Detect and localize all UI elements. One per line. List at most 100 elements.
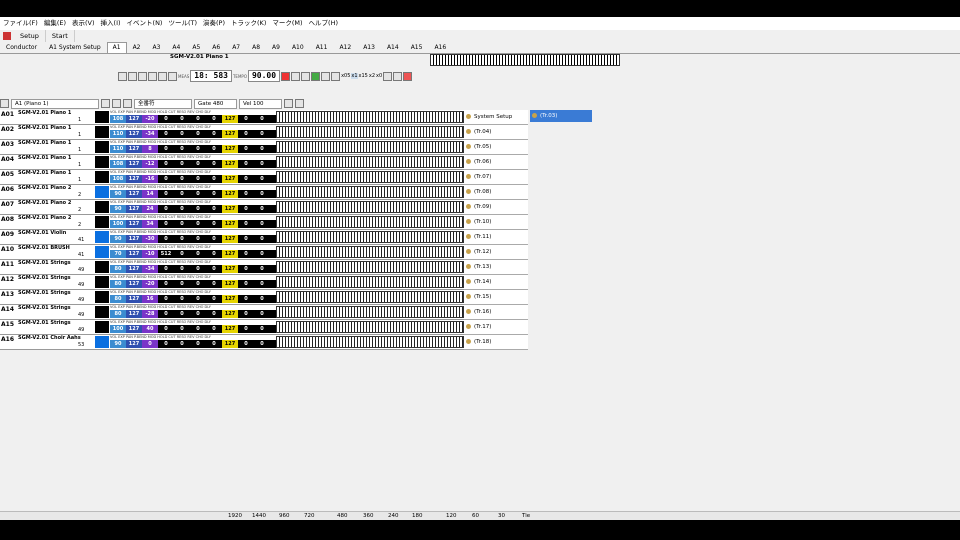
controller-value[interactable]: 0 (238, 250, 254, 258)
controller-value[interactable]: 0 (190, 250, 206, 258)
track-row[interactable]: A13 SGM-V2.01 Strings 49 VOL EXP PAN P.BEND… (0, 290, 465, 305)
end-icon[interactable] (331, 71, 341, 81)
track-list-item[interactable]: (Tr.08) (464, 185, 528, 200)
controller-value[interactable]: 0 (174, 280, 190, 288)
controller-value[interactable]: 90 (110, 235, 126, 243)
resolution-option[interactable]: 720 (304, 512, 315, 520)
controller-value[interactable]: 0 (174, 265, 190, 273)
resolution-option[interactable]: 240 (388, 512, 399, 520)
menu-tools[interactable]: ツール(T) (165, 17, 200, 30)
controller-value[interactable]: 0 (158, 235, 174, 243)
menu-event[interactable]: イベント(N) (124, 17, 166, 30)
controller-value[interactable]: 0 (254, 145, 270, 153)
controller-value[interactable]: 0 (206, 325, 222, 333)
controller-value[interactable]: 0 (174, 115, 190, 123)
controller-value[interactable]: 127 (126, 235, 142, 243)
controller-value[interactable]: 127 (222, 115, 238, 123)
controller-value[interactable]: 0 (206, 190, 222, 198)
controller-value[interactable]: 0 (206, 280, 222, 288)
track-instrument-name[interactable]: SGM-V2.01 Piano 1 (18, 110, 71, 116)
controller-value[interactable]: 127 (222, 340, 238, 348)
controller-value[interactable]: 0 (190, 265, 206, 273)
track-row[interactable]: A01 SGM-V2.01 Piano 1 1 VOL EXP PAN P.BEND … (0, 110, 465, 125)
controller-value[interactable]: 0 (158, 130, 174, 138)
track-piano-roll[interactable] (276, 126, 464, 138)
tab-a6[interactable]: A6 (206, 42, 226, 53)
pencil-icon[interactable] (101, 99, 110, 108)
track-piano-roll[interactable] (276, 231, 464, 243)
controller-value[interactable]: 127 (126, 265, 142, 273)
controller-value[interactable]: 0 (206, 235, 222, 243)
controller-value[interactable]: 127 (126, 325, 142, 333)
controller-value[interactable]: 0 (190, 235, 206, 243)
controller-value[interactable]: 127 (222, 295, 238, 303)
controller-value[interactable]: 0 (238, 310, 254, 318)
controller-value[interactable]: 0 (254, 175, 270, 183)
track-piano-roll[interactable] (276, 306, 464, 318)
controller-value[interactable]: 0 (174, 145, 190, 153)
track-instrument-name[interactable]: SGM-V2.01 Piano 2 (18, 185, 71, 191)
menu-track[interactable]: トラック(K) (228, 17, 269, 30)
track-list-item[interactable]: (Tr.16) (464, 305, 528, 320)
tab-a3[interactable]: A3 (147, 42, 167, 53)
controller-value[interactable]: 0 (158, 325, 174, 333)
print-icon[interactable] (148, 71, 157, 81)
speed-x1[interactable]: x1 (351, 73, 358, 79)
controller-value[interactable]: 0 (254, 280, 270, 288)
save-icon[interactable] (138, 71, 147, 81)
controller-value[interactable]: 0 (238, 145, 254, 153)
track-list-item[interactable]: (Tr.05) (464, 140, 528, 155)
tab-a4[interactable]: A4 (166, 42, 186, 53)
controller-value[interactable]: 0 (206, 265, 222, 273)
controller-value[interactable]: 0 (190, 115, 206, 123)
setup-icon[interactable] (3, 32, 11, 40)
controller-value[interactable]: 0 (158, 145, 174, 153)
speed-x15[interactable]: x15 (359, 73, 368, 79)
speed-x2[interactable]: x2 (369, 73, 375, 79)
controller-value[interactable]: 100 (110, 220, 126, 228)
controller-value[interactable]: 0 (158, 205, 174, 213)
controller-value[interactable]: 0 (206, 145, 222, 153)
track-row[interactable]: A10 SGM-V2.01 BRUSH 41 VOL EXP PAN P.BEND M… (0, 245, 465, 260)
controller-value[interactable]: 0 (238, 235, 254, 243)
track-list-item[interactable]: (Tr.11) (464, 230, 528, 245)
track-color-swatch[interactable] (95, 216, 109, 228)
track-instrument-name[interactable]: SGM-V2.01 Choir Aahs (18, 335, 81, 341)
controller-value[interactable]: 108 (110, 175, 126, 183)
tab-a16[interactable]: A16 (428, 42, 452, 53)
track-instrument-name[interactable]: SGM-V2.01 Piano 1 (18, 155, 71, 161)
track-list-item[interactable]: System Setup (464, 110, 528, 125)
tab-a13[interactable]: A13 (357, 42, 381, 53)
program-change[interactable]: 49 (78, 297, 84, 303)
controller-value[interactable]: 127 (222, 145, 238, 153)
track-piano-roll[interactable] (276, 216, 464, 228)
track-piano-roll[interactable] (276, 276, 464, 288)
controller-value[interactable]: 0 (158, 295, 174, 303)
track-instrument-name[interactable]: SGM-V2.01 Piano 2 (18, 215, 71, 221)
controller-value[interactable]: 24 (142, 205, 158, 213)
program-change[interactable]: 49 (78, 267, 84, 273)
controller-value[interactable]: 0 (174, 160, 190, 168)
menu-view[interactable]: 表示(V) (69, 17, 98, 30)
program-change[interactable]: 2 (78, 192, 81, 198)
controller-value[interactable]: 0 (206, 160, 222, 168)
tab-a1[interactable]: A1 (106, 42, 127, 53)
track-color-swatch[interactable] (95, 201, 109, 213)
track-list-item[interactable]: (Tr.09) (464, 200, 528, 215)
track-instrument-name[interactable]: SGM-V2.01 Strings (18, 305, 71, 311)
resolution-option[interactable]: 180 (412, 512, 423, 520)
controller-value[interactable]: 0 (190, 310, 206, 318)
controller-value[interactable]: 0 (174, 325, 190, 333)
controller-value[interactable]: 0 (254, 250, 270, 258)
program-change[interactable]: 49 (78, 327, 84, 333)
resolution-option[interactable]: 1920 (228, 512, 242, 520)
resolution-option[interactable]: 120 (446, 512, 457, 520)
controller-value[interactable]: -20 (142, 115, 158, 123)
controller-value[interactable]: 0 (206, 130, 222, 138)
track-color-swatch[interactable] (95, 291, 109, 303)
controller-value[interactable]: 0 (174, 340, 190, 348)
settings-icon[interactable] (403, 71, 413, 81)
loop-icon[interactable] (291, 71, 301, 81)
controller-value[interactable]: 0 (190, 295, 206, 303)
track-piano-roll[interactable] (276, 201, 464, 213)
